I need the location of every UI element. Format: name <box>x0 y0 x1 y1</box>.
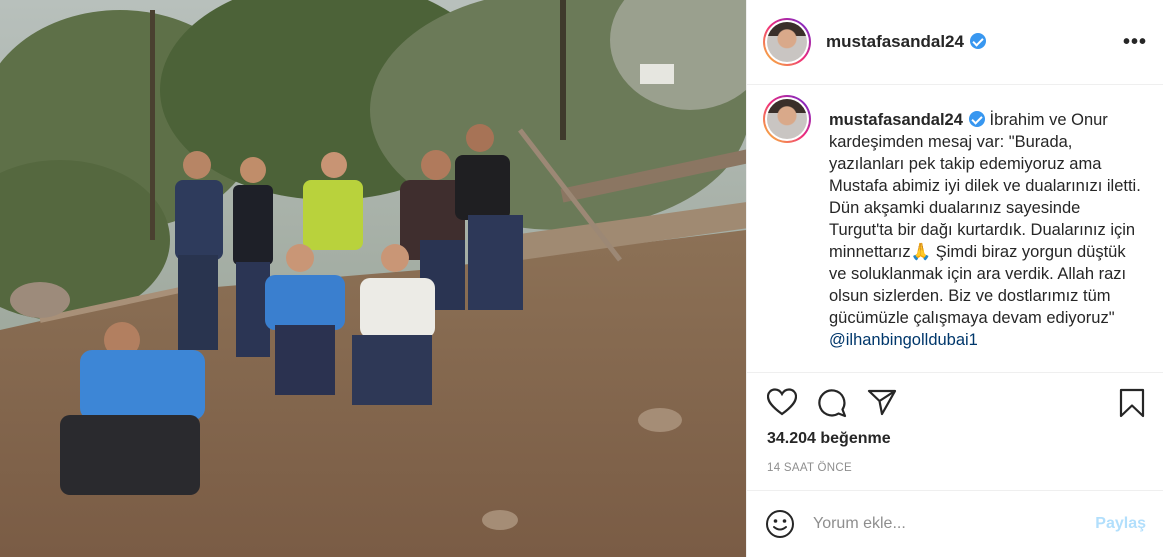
post-header: mustafasandal24 ••• <box>747 0 1163 85</box>
caption-username[interactable]: mustafasandal24 <box>829 111 963 129</box>
heart-icon[interactable] <box>767 388 797 416</box>
post-photo[interactable] <box>0 0 746 557</box>
bookmark-icon[interactable] <box>1119 388 1145 418</box>
post-sidebar: mustafasandal24 ••• mustafasandal24 İbra… <box>746 0 1163 557</box>
verified-badge-icon <box>968 111 985 127</box>
comment-icon[interactable] <box>817 388 847 418</box>
caption-area: mustafasandal24 İbrahim ve Onur kardeşim… <box>747 85 1163 373</box>
post-photo-illustration <box>0 0 746 557</box>
username-text[interactable]: mustafasandal24 <box>826 32 964 51</box>
comment-bar: Paylaş <box>747 490 1163 557</box>
comment-input[interactable] <box>813 515 1073 533</box>
send-icon[interactable] <box>867 388 897 416</box>
caption-text: İbrahim ve Onur kardeşimden mesaj var: "… <box>829 111 1141 327</box>
caption-text-block: mustafasandal24 İbrahim ve Onur kardeşim… <box>829 109 1147 372</box>
action-bar <box>747 374 1163 434</box>
verified-badge-icon <box>969 33 986 49</box>
more-options-icon[interactable]: ••• <box>1123 31 1147 54</box>
caption-avatar[interactable] <box>763 95 811 143</box>
username-link[interactable]: mustafasandal24 <box>826 32 986 52</box>
like-count[interactable]: 34.204 beğenme <box>767 430 891 448</box>
share-comment-button[interactable]: Paylaş <box>1095 515 1146 533</box>
caption-mention-link[interactable]: @ilhanbingolldubai1 <box>829 331 978 349</box>
post-timestamp[interactable]: 14 SAAT ÖNCE <box>767 462 852 474</box>
avatar[interactable] <box>763 18 811 66</box>
emoji-icon[interactable] <box>765 509 795 539</box>
